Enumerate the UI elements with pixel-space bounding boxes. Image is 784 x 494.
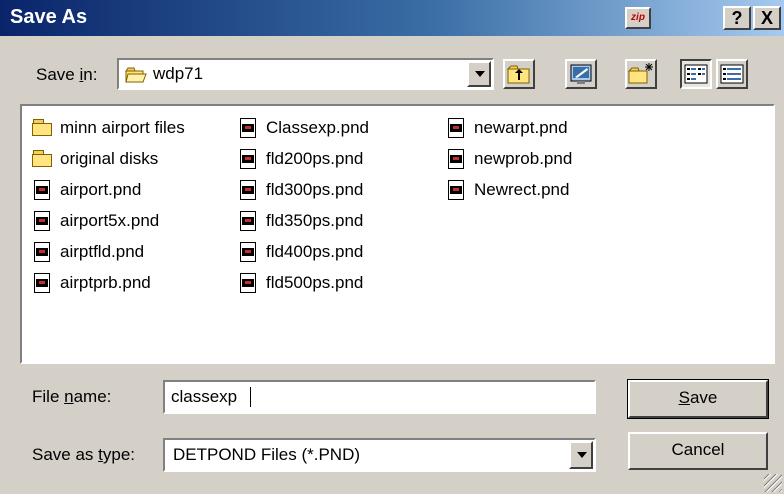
- window-title: Save As: [10, 6, 88, 28]
- file-item[interactable]: fld350ps.pnd: [238, 209, 363, 233]
- save-in-label: Save in:: [36, 65, 97, 85]
- pnd-file-icon: [238, 211, 260, 231]
- file-name-text: Classexp.pnd: [266, 118, 370, 137]
- file-name-text: fld400ps.pnd: [266, 242, 364, 261]
- new-folder-button[interactable]: [625, 59, 657, 89]
- details-view-button[interactable]: [716, 59, 748, 89]
- pnd-file-icon: [238, 118, 260, 138]
- pnd-file-icon: [238, 180, 260, 200]
- file-name-text: airport.pnd: [60, 180, 142, 199]
- file-name-text: newarpt.pnd: [474, 118, 568, 137]
- details-view-icon: [720, 64, 744, 84]
- file-item[interactable]: fld400ps.pnd: [238, 240, 363, 264]
- save-as-type-dropdown[interactable]: DETPOND Files (*.PND): [163, 438, 596, 472]
- file-name-text: fld350ps.pnd: [266, 211, 364, 230]
- save-as-dialog: Save As zip ? X Save in: wdp71 minn airp…: [0, 0, 784, 494]
- title-bar[interactable]: Save As zip ? X: [0, 0, 784, 36]
- chevron-down-icon[interactable]: [467, 61, 491, 87]
- pnd-file-icon: [32, 211, 54, 231]
- save-button[interactable]: Save: [627, 379, 769, 419]
- save-as-type-label-text: Save as: [32, 445, 99, 464]
- save-in-dropdown[interactable]: wdp71: [117, 58, 494, 90]
- desktop-icon: [570, 64, 592, 84]
- file-item[interactable]: fld500ps.pnd: [238, 271, 363, 295]
- file-name-text: airptfld.pnd: [60, 242, 145, 261]
- pnd-file-icon: [32, 242, 54, 262]
- file-name-label-text: File: [32, 387, 65, 406]
- file-item[interactable]: airport.pnd: [32, 178, 141, 202]
- save-in-label-text: Save: [36, 65, 80, 84]
- zip-icon[interactable]: zip: [625, 7, 651, 29]
- file-name-text: minn airport files: [60, 118, 185, 137]
- save-in-value: wdp71: [153, 64, 204, 83]
- file-item[interactable]: Newrect.pnd: [446, 178, 569, 202]
- pnd-file-icon: [32, 273, 54, 293]
- file-name-label-accel: n: [64, 387, 74, 406]
- list-view-icon: [684, 64, 708, 84]
- help-button[interactable]: ?: [723, 6, 751, 30]
- file-item[interactable]: fld200ps.pnd: [238, 147, 363, 171]
- resize-grip[interactable]: [764, 474, 782, 492]
- file-name-label: File name:: [32, 387, 111, 407]
- chevron-down-icon[interactable]: [569, 441, 593, 469]
- file-name-text: fld300ps.pnd: [266, 180, 364, 199]
- file-name-text: fld200ps.pnd: [266, 149, 364, 168]
- file-item[interactable]: fld300ps.pnd: [238, 178, 363, 202]
- pnd-file-icon: [32, 180, 54, 200]
- close-button[interactable]: X: [753, 6, 781, 30]
- file-name-text: airptprb.pnd: [60, 273, 151, 292]
- folder-icon: [32, 118, 54, 138]
- file-name-label-text-end: ame:: [73, 387, 112, 406]
- new-folder-icon: [627, 63, 653, 84]
- file-name-text: fld500ps.pnd: [266, 273, 364, 292]
- file-name-text: Newrect.pnd: [474, 180, 570, 199]
- cancel-button[interactable]: Cancel: [628, 432, 768, 470]
- file-item[interactable]: airptfld.pnd: [32, 240, 144, 264]
- save-in-label-text-end: n:: [83, 65, 98, 84]
- file-item[interactable]: newarpt.pnd: [446, 116, 568, 140]
- folder-icon: [125, 66, 147, 84]
- file-name-text: newprob.pnd: [474, 149, 573, 168]
- file-item[interactable]: Classexp.pnd: [238, 116, 369, 140]
- list-view-button[interactable]: [680, 59, 712, 89]
- file-name-input[interactable]: classexp: [163, 380, 596, 414]
- file-name-text: airport5x.pnd: [60, 211, 160, 230]
- folder-icon: [32, 149, 54, 169]
- pnd-file-icon: [446, 118, 468, 138]
- file-list[interactable]: minn airport files original disks airport.…: [20, 104, 775, 364]
- pnd-file-icon: [446, 149, 468, 169]
- folder-item[interactable]: minn airport files: [32, 116, 185, 140]
- folder-item[interactable]: original disks: [32, 147, 158, 171]
- pnd-file-icon: [238, 242, 260, 262]
- save-as-type-label-text-end: ype:: [102, 445, 136, 464]
- up-one-level-button[interactable]: [503, 59, 535, 89]
- file-name-value: classexp: [171, 387, 238, 406]
- pnd-file-icon: [446, 180, 468, 200]
- save-button-label: ave: [689, 388, 718, 407]
- file-item[interactable]: airptprb.pnd: [32, 271, 151, 295]
- text-caret: [250, 387, 251, 407]
- save-button-accel: S: [678, 388, 690, 407]
- pnd-file-icon: [238, 149, 260, 169]
- pnd-file-icon: [238, 273, 260, 293]
- file-name-text: original disks: [60, 149, 159, 168]
- up-one-level-icon: [506, 65, 530, 84]
- desktop-button[interactable]: [565, 59, 597, 89]
- save-as-type-label: Save as type:: [32, 445, 135, 465]
- file-item[interactable]: newprob.pnd: [446, 147, 572, 171]
- save-as-type-value: DETPOND Files (*.PND): [173, 445, 361, 464]
- file-item[interactable]: airport5x.pnd: [32, 209, 159, 233]
